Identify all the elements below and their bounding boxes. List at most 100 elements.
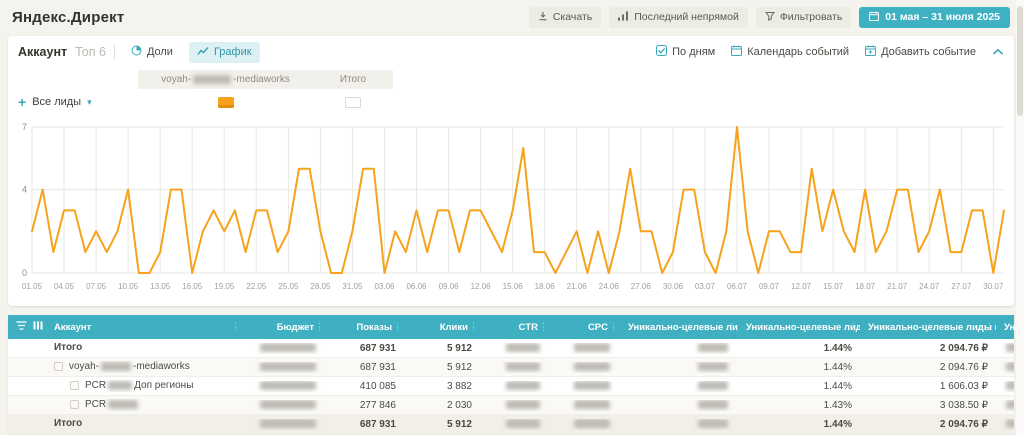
blurred-value [1006, 400, 1014, 409]
scrollbar-thumb[interactable] [1017, 6, 1023, 116]
blurred-value [698, 400, 728, 409]
entity-label: Аккаунт [18, 45, 67, 59]
column-menu-icon[interactable]: ⋮ [393, 322, 402, 333]
date-range-button[interactable]: 01 мая – 31 июля 2025 [859, 7, 1010, 28]
row-name-text: -mediaworks [133, 361, 190, 372]
download-button[interactable]: Скачать [529, 7, 601, 28]
metric-selector[interactable]: + Все лиды ▾ [18, 96, 138, 108]
blurred-value [574, 381, 610, 390]
stats-table: Аккаунт⋮ Бюджет⋮ Показы⋮ Клики⋮ CTR⋮ CPC… [8, 315, 1014, 434]
col-header-clicks[interactable]: Клики⋮ [404, 322, 480, 333]
value-cell: 1.43% [738, 400, 860, 411]
filter-button[interactable]: Фильтровать [756, 7, 851, 28]
col-header-account[interactable]: Аккаунт⋮ [46, 322, 242, 333]
line-chart[interactable]: 01.0504.0507.0510.0513.0516.0519.0522.05… [8, 119, 1014, 302]
column-menu-icon[interactable]: ⋮ [849, 322, 858, 333]
value-cell [620, 343, 738, 354]
value-cell [242, 343, 326, 354]
metric-label: Все лиды [32, 96, 81, 108]
col-header-unique-leads-pct[interactable]: Уникально-целевые лиды %⋮ [738, 322, 860, 333]
svg-text:21.06: 21.06 [567, 282, 588, 291]
value-cell [480, 400, 550, 411]
value-cell: 2 094.76 ₽ [860, 343, 996, 354]
row-filter-icon[interactable] [16, 321, 27, 333]
table-row[interactable]: PCRДоп регионы410 0853 8821.44%1 606.03 … [8, 377, 1014, 396]
view-chart-button[interactable]: График [189, 42, 260, 63]
chart-canvas[interactable]: 01.0504.0507.0510.0513.0516.0519.0522.05… [16, 119, 1008, 297]
table-body: Итого687 9315 9121.44%2 094.76 ₽voyah--m… [8, 339, 1014, 434]
events-calendar-button[interactable]: Календарь событий [731, 45, 849, 59]
blurred-value [260, 343, 316, 352]
blurred-value [574, 343, 610, 352]
value-cell [550, 343, 620, 354]
column-menu-icon[interactable]: ⋮ [231, 322, 240, 333]
top-header: Яндекс.Директ Скачать Последний непрямой… [0, 0, 1024, 34]
vertical-scrollbar[interactable] [1016, 0, 1024, 435]
blurred-value [574, 400, 610, 409]
add-event-button[interactable]: Добавить событие [865, 45, 976, 59]
table-header: Аккаунт⋮ Бюджет⋮ Показы⋮ Клики⋮ CTR⋮ CPC… [8, 315, 1014, 339]
value-cell: 687 931 [326, 362, 404, 373]
col-header-cpc[interactable]: CPC⋮ [550, 322, 620, 333]
blurred-value [698, 343, 728, 352]
series-swatch-account[interactable] [218, 97, 234, 108]
top-n-label: Топ 6 [75, 45, 106, 59]
series-header-account: voyah--mediaworks [138, 70, 313, 89]
attribution-model-button[interactable]: Последний непрямой [609, 7, 748, 28]
blurred-text [101, 362, 131, 371]
value-cell: 277 846 [326, 400, 404, 411]
table-row[interactable]: Итого687 9315 9121.44%2 094.76 ₽ [8, 415, 1014, 434]
value-cell: 687 931 [326, 419, 404, 430]
column-menu-icon[interactable]: ⋮ [609, 322, 618, 333]
svg-text:28.05: 28.05 [310, 282, 331, 291]
svg-text:03.06: 03.06 [374, 282, 395, 291]
blurred-value [260, 381, 316, 390]
blurred-value [574, 419, 610, 428]
column-menu-icon[interactable]: ⋮ [469, 322, 478, 333]
svg-text:15.07: 15.07 [823, 282, 844, 291]
svg-text:27.07: 27.07 [951, 282, 972, 291]
col-header-unique-leads-price[interactable]: Уникально-целевые лиды цена⋮ [860, 322, 996, 333]
row-checkbox[interactable] [54, 362, 63, 371]
blurred-value [1006, 362, 1014, 371]
column-menu-icon[interactable]: ⋮ [315, 322, 324, 333]
svg-text:31.05: 31.05 [342, 282, 363, 291]
svg-text:16.05: 16.05 [182, 282, 203, 291]
value-cell: 1.44% [738, 343, 860, 354]
blurred-value [260, 419, 316, 428]
calendar-icon [731, 45, 742, 59]
col-header-unique-leads[interactable]: Уникально-целевые лиды⋮ [620, 322, 738, 333]
row-checkbox[interactable] [70, 400, 79, 409]
value-cell [242, 400, 326, 411]
by-days-toggle[interactable]: По дням [656, 45, 715, 59]
svg-text:7: 7 [22, 122, 27, 132]
column-menu-icon[interactable]: ⋮ [539, 322, 548, 333]
column-menu-icon[interactable]: ⋮ [727, 322, 736, 333]
table-row[interactable]: voyah--mediaworks687 9315 9121.44%2 094.… [8, 358, 1014, 377]
series-swatch-total[interactable] [345, 97, 361, 108]
chevron-down-icon: ▾ [87, 97, 92, 108]
value-cell [480, 362, 550, 373]
value-cell [620, 400, 738, 411]
col-header-impressions[interactable]: Показы⋮ [326, 322, 404, 333]
column-menu-icon[interactable]: ⋮ [985, 322, 994, 333]
value-cell [242, 381, 326, 392]
value-cell: 5 912 [404, 419, 480, 430]
value-cell [480, 419, 550, 430]
view-shares-button[interactable]: Доли [123, 41, 181, 63]
chart-legend: voyah--mediaworks Итого + Все лиды ▾ [8, 68, 1014, 119]
row-checkbox[interactable] [70, 381, 79, 390]
table-row[interactable]: PCR277 8462 0301.43%3 038.50 ₽ [8, 396, 1014, 415]
table-row[interactable]: Итого687 9315 9121.44%2 094.76 ₽ [8, 339, 1014, 358]
col-header-truncated[interactable]: Уникал [996, 322, 1016, 333]
chart-toolbar: Аккаунт Топ 6 Доли График По дням [8, 36, 1014, 68]
collapse-chart-button[interactable] [992, 43, 1004, 61]
add-metric-icon[interactable]: + [18, 97, 26, 107]
column-settings-icon[interactable] [33, 321, 43, 333]
value-cell: 3 882 [404, 381, 480, 392]
value-cell [996, 381, 1014, 392]
svg-text:22.05: 22.05 [246, 282, 267, 291]
col-header-budget[interactable]: Бюджет⋮ [242, 322, 326, 333]
date-range-label: 01 мая – 31 июля 2025 [885, 11, 1000, 23]
col-header-ctr[interactable]: CTR⋮ [480, 322, 550, 333]
